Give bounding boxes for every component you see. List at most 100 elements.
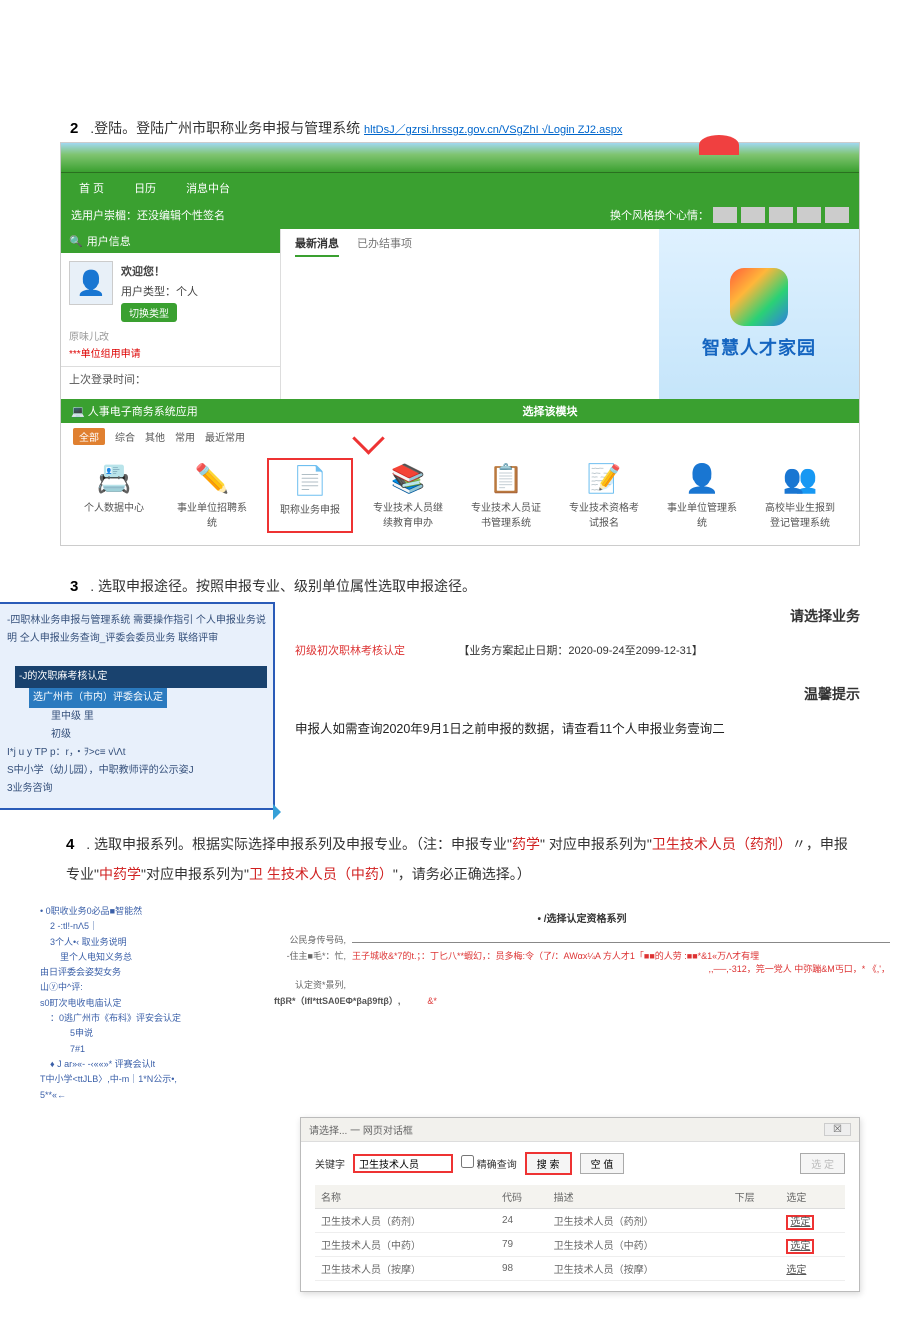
service-name-red: 初级初次职林考核认定 bbox=[295, 642, 405, 658]
tree-line[interactable]: ：0逃广州市《布科》评安会认定 bbox=[40, 1011, 250, 1026]
col-next: 下层 bbox=[729, 1185, 781, 1209]
tab-msg[interactable]: 消息中台 bbox=[178, 178, 238, 198]
cell-name: 卫生技术人员（中药） bbox=[315, 1232, 496, 1256]
series-label: 认定资*景列, bbox=[274, 978, 346, 991]
books-icon: 📚 bbox=[369, 462, 447, 495]
cell-next bbox=[729, 1232, 781, 1256]
select-row-button[interactable]: 选定 bbox=[786, 1239, 814, 1254]
module-unit-mgmt[interactable]: 👤事业单位管理系统 bbox=[659, 458, 745, 533]
select-row-button[interactable]: 选定 bbox=[786, 1215, 814, 1230]
table-row: 卫生技术人员（药剂） 24 卫生技术人员（药剂） 选定 bbox=[315, 1208, 845, 1232]
module-exam-signup[interactable]: 📝专业技术资格考试报名 bbox=[561, 458, 647, 533]
theme-thumb[interactable] bbox=[825, 207, 849, 223]
tree-line[interactable]: 3个人•‹ 取业务说明 bbox=[40, 935, 250, 950]
step3-screenshot: -四职林业务申报与管理系统 需要操作指引 个人申报业务说明 仝人申报业务查询_评… bbox=[0, 602, 860, 810]
tree-line[interactable]: s0町次电收电庙认定 bbox=[40, 996, 250, 1011]
table-row: 卫生技术人员（中药） 79 卫生技术人员（中药） 选定 bbox=[315, 1232, 845, 1256]
step3-heading: 3 . 选取申报途径。按照申报专业、级别单位属性选取申报途径。 bbox=[70, 576, 860, 596]
theme-thumb[interactable] bbox=[741, 207, 765, 223]
theme-thumb[interactable] bbox=[797, 207, 821, 223]
id-field[interactable] bbox=[352, 942, 890, 943]
theme-thumb[interactable] bbox=[713, 207, 737, 223]
form-title: • /选择认定资格系列 bbox=[274, 910, 890, 925]
brand-panel: 智慧人才家园 bbox=[659, 229, 859, 399]
module-bar-label: 人事电子商务系统应用 bbox=[88, 406, 198, 418]
person-icon: 👤 bbox=[663, 462, 741, 495]
tab-calendar[interactable]: 日历 bbox=[126, 178, 164, 198]
module-graduate-reg[interactable]: 👥高校毕业生报到登记管理系统 bbox=[757, 458, 843, 533]
cell-code: 98 bbox=[496, 1256, 548, 1280]
doc-check-icon: 📄 bbox=[273, 464, 347, 497]
tab-latest-msg[interactable]: 最新消息 bbox=[295, 235, 339, 257]
step4-screenshot: • 0职收业务0必品■智能然 2 -:tl!-nΛ5｜ 3个人•‹ 取业务说明 … bbox=[30, 904, 890, 1103]
tree-line[interactable]: 由日评委会姿契女务 bbox=[40, 965, 250, 980]
modify-link[interactable]: 原味儿改 bbox=[69, 332, 109, 343]
tree-item[interactable]: 里中级 里 bbox=[7, 708, 267, 726]
tab-home[interactable]: 首 页 bbox=[71, 178, 112, 198]
cell-desc: 卫生技术人员（按摩） bbox=[548, 1256, 729, 1280]
tree-line[interactable]: T中小学<ttJLB〉,中-m｜1*N公示•, bbox=[40, 1072, 250, 1087]
cell-name: 卫生技术人员（药剂） bbox=[315, 1208, 496, 1232]
step3-number: 3 bbox=[70, 578, 78, 595]
signature-hint: 选用户崇楣：还没编辑个性签名 bbox=[71, 207, 225, 223]
tip-body: 申报人如需查询2020年9月1日之前申报的数据，请查看11个人申报业务壹询二 bbox=[295, 718, 860, 737]
filter-row: 全部 综合 其他 常用 最近常用 bbox=[61, 423, 859, 450]
ft-red: &* bbox=[427, 996, 437, 1006]
tree-line[interactable]: 2 -:tl!-nΛ5｜ bbox=[40, 919, 250, 934]
search-bar: 关键字 精确查询 搜 索 空 值 选 定 bbox=[315, 1152, 845, 1175]
reside-more: ,,──,-312，笎一党人 中弥蹦&M丐口，* 《,'， bbox=[709, 962, 891, 975]
theme-thumb[interactable] bbox=[769, 207, 793, 223]
login-url-link[interactable]: hltDsJ／gzrsi.hrssgz.gov.cn/VSgZhI √Login… bbox=[364, 124, 622, 136]
theme-hint: 换个风格换个心情： bbox=[610, 207, 709, 223]
filter-item[interactable]: 最近常用 bbox=[205, 429, 245, 444]
cell-code: 24 bbox=[496, 1208, 548, 1232]
module-title-application[interactable]: 📄职称业务申报 bbox=[267, 458, 353, 533]
switch-type-button[interactable]: 切换类型 bbox=[121, 303, 177, 322]
select-series-dialog: 请选择... 一 网页对话框 ☒ 关键字 精确查询 搜 索 空 值 选 定 名称… bbox=[300, 1117, 860, 1292]
clipboard-icon: 📋 bbox=[467, 462, 545, 495]
id-label: 公民身传号码, bbox=[274, 933, 346, 946]
confirm-button[interactable]: 选 定 bbox=[800, 1153, 845, 1174]
dialog-title: 请选择... 一 网页对话框 bbox=[309, 1122, 413, 1137]
tree-line[interactable]: 5申说 bbox=[40, 1026, 250, 1041]
userinfo-title: 用户信息 bbox=[87, 233, 131, 249]
search-button[interactable]: 搜 索 bbox=[525, 1152, 572, 1175]
module-continuing-ed[interactable]: 📚专业技术人员继续教育申办 bbox=[365, 458, 451, 533]
note-icon: 📝 bbox=[565, 462, 643, 495]
filter-item[interactable]: 其他 bbox=[145, 429, 165, 444]
tree-line[interactable]: • 0职收业务0必品■智能然 bbox=[40, 904, 250, 919]
module-personal-data[interactable]: 📇个人数据中心 bbox=[71, 458, 157, 533]
keyword-input[interactable] bbox=[353, 1154, 453, 1173]
search-icon: 🔍 bbox=[69, 235, 83, 248]
filter-item[interactable]: 常用 bbox=[175, 429, 195, 444]
select-row-button[interactable]: 选定 bbox=[786, 1265, 806, 1276]
step3-main: 请选择业务 初级初次职林考核认定 【业务方案起止日期：2020-09-24至20… bbox=[295, 602, 860, 810]
results-table: 名称 代码 描述 下层 选定 卫生技术人员（药剂） 24 卫生技术人员（药剂） … bbox=[315, 1185, 845, 1281]
module-cert-mgmt[interactable]: 📋专业技术人员证书管理系统 bbox=[463, 458, 549, 533]
filter-all[interactable]: 全部 bbox=[73, 428, 105, 445]
close-icon[interactable]: ☒ bbox=[824, 1123, 851, 1136]
tab-done-items[interactable]: 已办结事项 bbox=[357, 235, 412, 257]
tree-line[interactable]: 山ⓨ中^评: bbox=[40, 980, 250, 995]
tree-group[interactable]: -J的次职麻考核认定 bbox=[15, 666, 267, 688]
tree-line[interactable]: 里个人电知义务总 bbox=[40, 950, 250, 965]
step2-number: 2 bbox=[70, 120, 78, 137]
step4-number: 4 bbox=[66, 836, 74, 853]
col-select: 选定 bbox=[780, 1185, 845, 1209]
tree-other[interactable]: I*j u y TP p：r，・ｦ>c≡ v\Λt S中小学（幼儿园），中职教师… bbox=[7, 744, 267, 798]
filter-item[interactable]: 综合 bbox=[115, 429, 135, 444]
tree-item[interactable]: 初级 bbox=[7, 726, 267, 744]
pencil-icon: ✏️ bbox=[173, 462, 251, 495]
unit-apply-link[interactable]: ***单位组用申请 bbox=[61, 345, 280, 366]
reside-label: -住主■毛*：忙, bbox=[274, 949, 346, 962]
cell-next bbox=[729, 1208, 781, 1232]
module-recruit[interactable]: ✏️事业单位招聘系统 bbox=[169, 458, 255, 533]
tree-line[interactable]: 5**«← bbox=[40, 1088, 250, 1103]
tree-top[interactable]: -四职林业务申报与管理系统 需要操作指引 个人申报业务说明 仝人申报业务查询_评… bbox=[7, 612, 267, 648]
tree-line[interactable]: 7#1 bbox=[40, 1042, 250, 1057]
exact-match-checkbox[interactable]: 精确查询 bbox=[461, 1155, 517, 1171]
tree-line[interactable]: ♦ J ar»«- -‹««»* 评赛会认lt bbox=[40, 1057, 250, 1072]
clear-button[interactable]: 空 值 bbox=[580, 1153, 625, 1174]
brand-name: 智慧人才家园 bbox=[702, 334, 816, 360]
tree-selected-node[interactable]: 选广州市（市内）评委会认定 bbox=[29, 688, 167, 708]
